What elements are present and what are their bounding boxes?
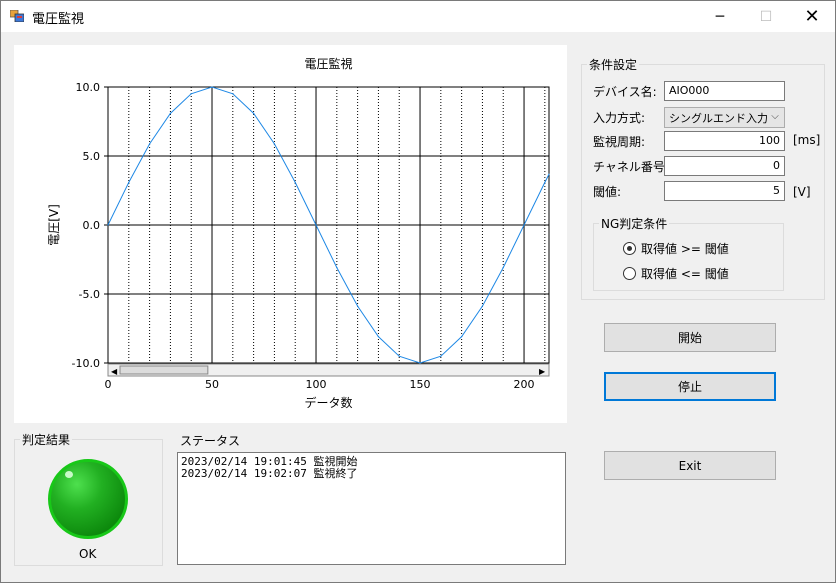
data-point [502,267,504,269]
data-point [377,336,380,338]
data-point [336,267,338,269]
scrollbar-thumb [119,365,209,375]
period-field[interactable]: 100 [664,131,785,151]
data-point [232,93,234,95]
data-point [419,362,421,364]
y-tick-label: -5.0 [79,288,100,301]
data-point [273,143,276,145]
y-tick-label: 0.0 [83,219,101,232]
app-icon [10,10,24,22]
y-tick-label: 5.0 [83,150,101,163]
status-line: 2023/02/14 19:02:07 監視終了 [181,467,358,480]
scroll-right-icon: ▶ [539,367,546,376]
status-lamp [48,459,128,539]
status-log[interactable]: 2023/02/14 19:01:45 監視開始 2023/02/14 19:0… [177,452,566,565]
input-method-select[interactable]: シングルエンド入力 ⌵ [664,107,785,128]
data-point [253,112,255,114]
window-title: 電圧監視 [32,12,85,27]
title-bar: 電圧監視 ─ ☐ ✕ [1,1,835,32]
channel-label: チャネル番号: [593,160,669,174]
y-axis-label: 電圧[V] [47,204,61,246]
settings-group-title: 条件設定 [587,56,640,73]
period-unit: [ms] [793,133,821,147]
radio-unchecked-icon [623,267,636,280]
data-point [398,355,400,357]
chevron-down-icon: ⌵ [771,111,779,122]
data-point [357,305,359,307]
data-point [523,224,525,226]
exit-button[interactable]: Exit [604,451,776,480]
ng-condition-title: NG判定条件 [599,215,670,232]
x-tick-label: 50 [205,378,219,391]
channel-field[interactable]: 0 [664,156,785,176]
threshold-field[interactable]: 5 [664,181,785,201]
x-tick-label: 0 [105,378,112,391]
period-label: 監視周期: [593,135,646,149]
ng-option-lte-label: 取得値 <= 閾値 [641,267,729,281]
data-point [169,112,172,114]
x-axis-label: データ数 [304,395,352,410]
lamp-highlight [65,471,73,478]
result-group-title: 判定結果 [20,431,73,448]
radio-checked-icon [623,242,636,255]
x-tick-label: 150 [410,378,431,391]
data-point [481,305,484,307]
threshold-unit: [V] [793,185,811,199]
ng-option-gte[interactable]: 取得値 >= 閾値 [623,240,729,257]
data-point [461,336,463,338]
scroll-left-icon: ◀ [111,367,118,376]
data-point [149,143,151,145]
data-point [190,93,192,95]
data-point [211,86,213,88]
threshold-label: 閾値: [593,185,622,199]
data-point [128,181,130,183]
stop-button[interactable]: 停止 [604,372,776,401]
status-label: ステータス [180,434,241,448]
y-tick-label: -10.0 [72,357,100,370]
data-point [315,224,317,226]
x-tick-label: 200 [514,378,535,391]
data-point [548,173,550,175]
device-name-field[interactable]: AIO000 [664,81,785,101]
data-point [107,224,109,226]
input-method-value: シングルエンド入力 [669,112,768,125]
maximize-button[interactable]: ☐ [743,1,789,32]
data-point [544,181,546,183]
result-text: OK [79,547,97,561]
start-button[interactable]: 開始 [604,323,776,352]
ng-option-gte-label: 取得値 >= 閾値 [641,242,729,256]
input-method-label: 入力方式: [593,111,646,125]
main-window: 電圧監視 ─ ☐ ✕ 0 50 100 150 200 10.0 5.0 0.0 -5.0 -10… [0,0,836,583]
data-point [294,181,296,183]
x-tick-label: 100 [306,378,327,391]
minimize-button[interactable]: ─ [697,1,743,32]
voltage-chart: 0 50 100 150 200 10.0 5.0 0.0 -5.0 -10.0 ◀ ▶ 電圧監視データ… [14,45,567,423]
close-button[interactable]: ✕ [789,1,835,32]
ng-option-lte[interactable]: 取得値 <= 閾値 [623,265,729,282]
device-label: デバイス名: [593,85,657,99]
chart-title: 電圧監視 [304,56,352,71]
y-tick-label: 10.0 [76,81,101,94]
chart-svg: 0 50 100 150 200 10.0 5.0 0.0 -5.0 -10.0 ◀ ▶ 電圧監視データ… [47,56,550,410]
data-point [440,355,442,357]
